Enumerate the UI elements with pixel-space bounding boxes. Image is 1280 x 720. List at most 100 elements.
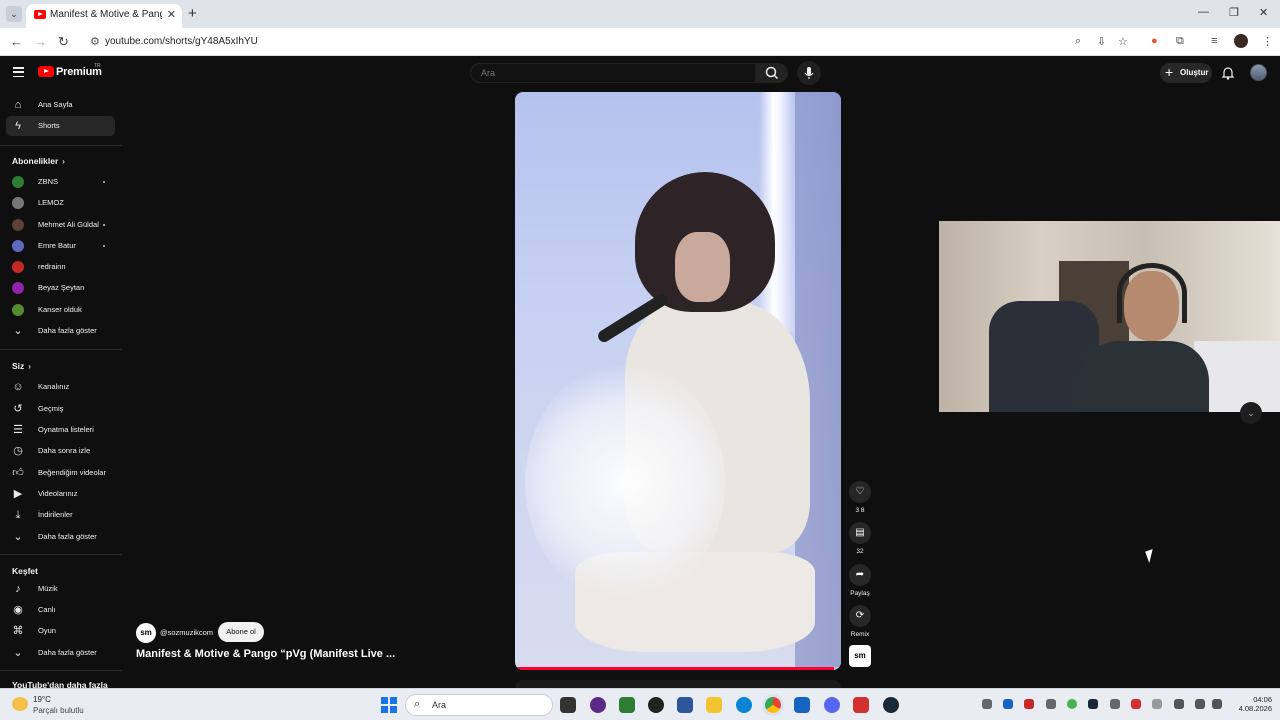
weather-condition[interactable]: Parçalı bulutlu (33, 706, 84, 715)
tray-app-icon[interactable] (1003, 699, 1013, 709)
sidebar-item-history[interactable]: ↺ Geçmiş (6, 399, 115, 419)
you-heading[interactable]: Siz › (12, 361, 31, 371)
task-view-icon[interactable] (560, 697, 576, 713)
tab-list-button[interactable]: ⌄ (6, 6, 22, 22)
weather-temperature[interactable]: 19°C (33, 695, 51, 704)
weather-partly-cloudy-icon[interactable] (12, 697, 28, 711)
new-tab-icon[interactable]: + (188, 5, 197, 22)
minimize-icon[interactable]: — (1198, 6, 1209, 18)
github-icon[interactable] (648, 697, 664, 713)
tray-app-icon[interactable] (1046, 699, 1056, 709)
explore-heading: Keşfet (12, 566, 38, 576)
search-button[interactable] (756, 63, 788, 83)
app-red-icon[interactable] (853, 697, 869, 713)
sidebar-item-shorts[interactable]: ϟ Shorts (6, 116, 115, 136)
sidebar-item-subscription[interactable]: Mehmet Ali Güldal (6, 215, 115, 235)
sidebar-item-subscription[interactable]: Emre Batur (6, 236, 115, 256)
subscribe-button[interactable]: Abone ol (218, 622, 264, 642)
zoom-icon[interactable]: ⌕ (1075, 35, 1081, 48)
comments-button[interactable]: ▤ (849, 522, 871, 544)
network-icon[interactable] (1195, 699, 1205, 709)
chrome-icon[interactable] (765, 697, 781, 713)
volume-icon[interactable] (1212, 699, 1222, 709)
heart-icon: ♡ (855, 486, 865, 497)
discord-icon[interactable] (824, 697, 840, 713)
sidebar-item-gaming[interactable]: ⌘ Oyun (6, 621, 115, 641)
tab-close-icon[interactable]: ✕ (167, 8, 176, 21)
windows-start-icon[interactable] (381, 697, 397, 713)
sidebar-item-liked-videos[interactable]: 👍︎ Beğendiğim videolar (6, 463, 115, 483)
sidebar-item-subscription[interactable]: ZBNS (6, 172, 115, 192)
app-video-icon[interactable] (794, 697, 810, 713)
reload-icon[interactable]: ↻ (58, 34, 69, 50)
webcam-overlay (939, 221, 1280, 412)
media-controls-icon[interactable]: ≡ (1211, 35, 1217, 47)
forward-icon[interactable]: → (34, 34, 47, 49)
extensions-puzzle-icon[interactable]: ⧉ (1176, 35, 1184, 48)
sidebar-item-downloads[interactable]: ⤓ İndirilenler (6, 505, 115, 525)
remix-label: Remix (850, 631, 870, 638)
video-title[interactable]: Manifest & Motive & Pango “pVg (Manifest… (136, 648, 395, 660)
tray-battery-icon[interactable] (1152, 699, 1162, 709)
app-vpn-icon[interactable] (619, 697, 635, 713)
sidebar-item-subscription[interactable]: Kanser olduk (6, 300, 115, 320)
next-short-button[interactable]: ⌄ (1240, 402, 1262, 424)
sidebar-item-your-videos[interactable]: ▶ Videolarınız (6, 484, 115, 504)
sidebar-item-subscription[interactable]: LEMOZ (6, 193, 115, 213)
sidebar-item-show-more[interactable]: ⌄ Daha fazla göster (6, 643, 115, 663)
tray-app-icon[interactable] (1110, 699, 1120, 709)
channel-avatar[interactable]: sm (136, 623, 156, 643)
like-button[interactable]: ♡ (849, 481, 871, 503)
sidebar-item-playlists[interactable]: ☰ Oynatma listeleri (6, 420, 115, 440)
window-close-icon[interactable]: ✕ (1259, 6, 1268, 19)
sidebar-item-home[interactable]: ⌂ Ana Sayfa (6, 95, 115, 115)
share-button[interactable]: ➦ (849, 564, 871, 586)
sidebar-item-subscription[interactable]: Beyaz Şeytan (6, 278, 115, 298)
app-circle-icon[interactable] (590, 697, 606, 713)
shorts-video-player[interactable] (515, 92, 841, 670)
address-bar[interactable]: ⚙ youtube.com/shorts/gY48A5xIhYU (84, 32, 1144, 52)
bookmark-star-icon[interactable]: ☆ (1118, 35, 1128, 48)
edge-icon[interactable] (736, 697, 752, 713)
new-content-dot (103, 224, 105, 226)
youtube-logo-icon[interactable] (38, 66, 54, 77)
system-clock[interactable]: 04:06 4.08.2026 (1228, 695, 1272, 713)
sidebar-item-music[interactable]: ♪ Müzik (6, 579, 115, 599)
sidebar-item-watch-later[interactable]: ◷ Daha sonra izle (6, 441, 115, 461)
install-app-icon[interactable]: ⇩ (1097, 35, 1106, 48)
video-progress-bar[interactable] (515, 667, 841, 670)
sidebar-item-your-channel[interactable]: ☺ Kanalınız (6, 377, 115, 397)
channel-handle[interactable]: @sozmuzikcom (160, 628, 213, 637)
account-avatar[interactable] (1250, 64, 1267, 81)
notifications-bell-icon[interactable] (1220, 65, 1236, 81)
restore-icon[interactable]: ❐ (1229, 6, 1239, 19)
steam-icon[interactable] (883, 697, 899, 713)
file-explorer-icon[interactable] (706, 697, 722, 713)
extension-color-icon[interactable]: ● (1151, 35, 1158, 47)
tray-app-icon[interactable] (1024, 699, 1034, 709)
back-icon[interactable]: ← (10, 34, 23, 49)
voice-search-button[interactable] (797, 61, 821, 85)
tray-app-icon[interactable] (1131, 699, 1141, 709)
tray-app-icon[interactable] (982, 699, 992, 709)
site-info-icon[interactable]: ⚙ (90, 35, 100, 48)
sidebar-item-subscription[interactable]: redrainn (6, 257, 115, 277)
sound-thumbnail[interactable]: sm (849, 645, 871, 667)
subscriptions-heading[interactable]: Abonelikler › (12, 156, 65, 166)
create-button[interactable]: + Oluştur (1160, 63, 1212, 83)
sidebar-item-live[interactable]: ◉ Canlı (6, 600, 115, 620)
microphone-icon[interactable] (1174, 699, 1184, 709)
remix-button[interactable]: ⟳ (849, 605, 871, 627)
search-input[interactable]: Ara (470, 63, 756, 83)
profile-avatar[interactable] (1234, 34, 1248, 48)
sidebar-item-show-more[interactable]: ⌄ Daha fazla göster (6, 527, 115, 547)
explore-heading-label: Keşfet (12, 566, 38, 576)
browser-menu-icon[interactable]: ⋮ (1262, 35, 1273, 48)
menu-icon[interactable] (13, 67, 24, 78)
store-icon[interactable] (677, 697, 693, 713)
tray-app-icon[interactable] (1067, 699, 1077, 709)
browser-tab-active[interactable]: Manifest & Motive & Pango “p ✕ (26, 4, 182, 28)
sidebar-item-show-more[interactable]: ⌄ Daha fazla göster (6, 321, 115, 341)
taskbar-search-box[interactable]: ⌕ Ara (405, 694, 553, 716)
tray-steam-icon[interactable] (1088, 699, 1098, 709)
